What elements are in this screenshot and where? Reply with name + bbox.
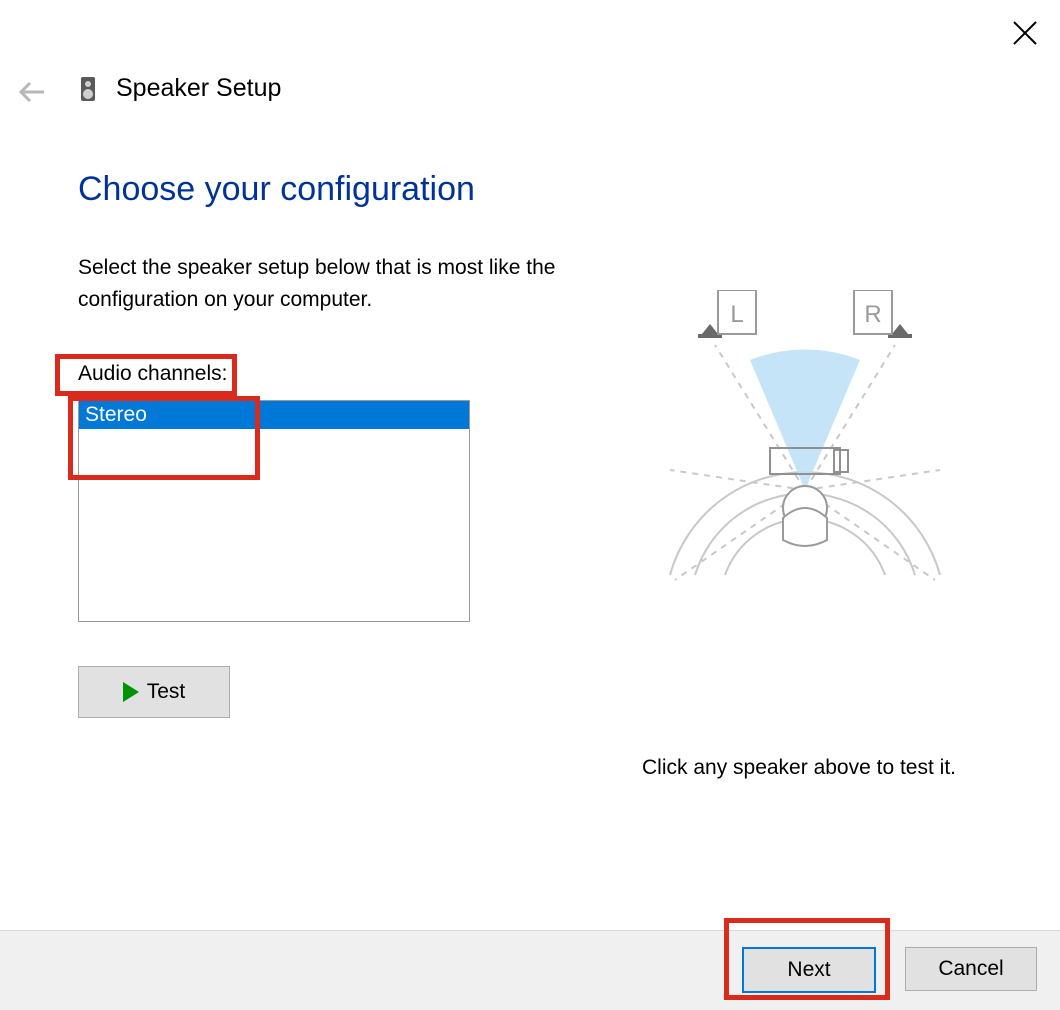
cancel-button[interactable]: Cancel: [905, 947, 1037, 991]
next-button[interactable]: Next: [742, 947, 876, 993]
audio-channels-label: Audio channels:: [78, 362, 227, 386]
left-speaker-button[interactable]: [700, 290, 760, 340]
arrow-left-icon: [18, 80, 48, 104]
title-row: Speaker Setup: [74, 74, 281, 103]
cancel-button-label: Cancel: [938, 957, 1003, 981]
page-heading: Choose your configuration: [78, 170, 475, 209]
close-button[interactable]: [1012, 20, 1038, 46]
diagram-hint: Click any speaker above to test it.: [642, 756, 956, 780]
speaker-setup-wizard: Speaker Setup Choose your configuration …: [0, 0, 1060, 1010]
back-button[interactable]: [18, 80, 48, 104]
speaker-diagram: L R: [640, 290, 970, 600]
audio-channels-listbox[interactable]: Stereo: [78, 400, 470, 622]
right-speaker-button[interactable]: [856, 290, 916, 340]
play-icon: [123, 682, 139, 702]
window-title: Speaker Setup: [116, 74, 281, 103]
test-button[interactable]: Test: [78, 666, 230, 718]
next-button-label: Next: [787, 958, 830, 982]
audio-channel-option[interactable]: Stereo: [79, 401, 469, 429]
wizard-footer: Next Cancel: [0, 930, 1060, 1010]
speaker-icon: [74, 75, 102, 103]
close-icon: [1012, 20, 1038, 46]
test-button-label: Test: [147, 680, 186, 704]
page-description: Select the speaker setup below that is m…: [78, 252, 598, 315]
